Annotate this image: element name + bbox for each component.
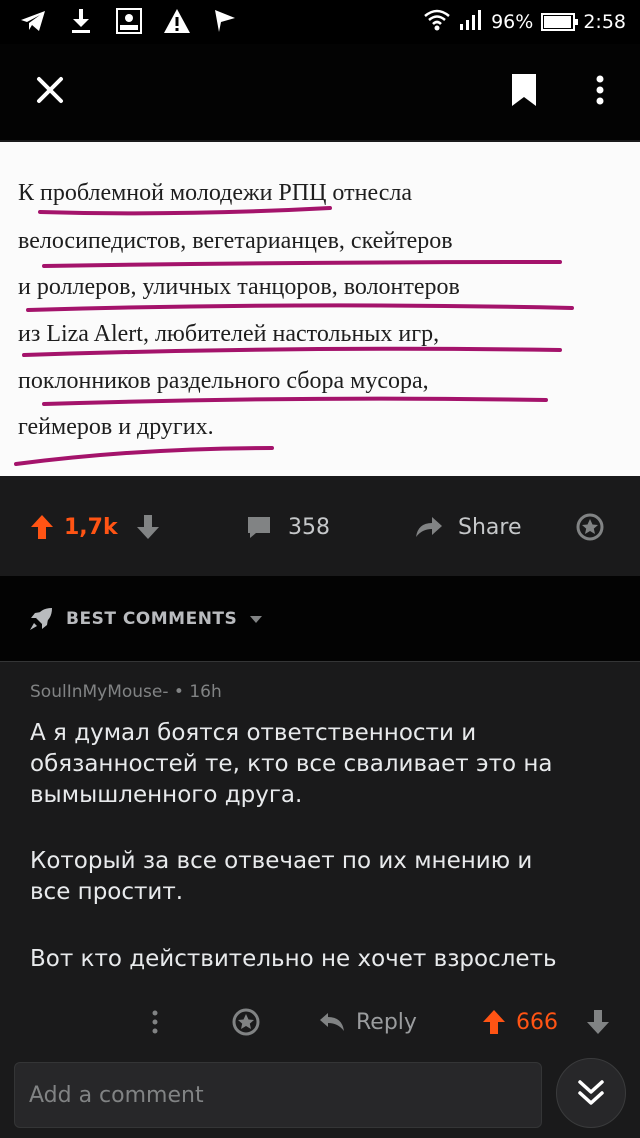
clock: 2:58 (583, 11, 626, 33)
download-icon (66, 6, 96, 36)
reply-button[interactable]: Reply (318, 1006, 417, 1038)
comment-author[interactable]: SoulInMyMouse- (30, 682, 169, 702)
post-image[interactable]: К проблемной молодежи РПЦ отнесла велоси… (0, 142, 640, 476)
reply-label: Reply (356, 1009, 417, 1035)
double-chevron-down-icon (578, 1080, 604, 1105)
next-comment-button[interactable] (556, 1058, 626, 1128)
sort-label: BEST COMMENTS (66, 609, 238, 629)
close-button[interactable] (28, 70, 72, 114)
reply-arrow-icon (320, 1013, 344, 1031)
post-actions: 1,7k 358 Share (0, 476, 640, 576)
meta-separator: • (173, 682, 190, 702)
upvote-arrow-icon (31, 515, 53, 539)
comment-bubble-icon (248, 517, 270, 538)
comment-composer: Add a comment (0, 1052, 640, 1138)
downvote-arrow-icon (587, 1010, 609, 1034)
warning-icon (162, 6, 192, 36)
downvote-arrow-icon (137, 515, 159, 539)
award-icon (576, 513, 604, 541)
battery-icon (541, 13, 579, 31)
close-icon (36, 76, 64, 108)
wifi-icon (423, 8, 451, 37)
add-comment-input[interactable]: Add a comment (14, 1062, 542, 1128)
comment-score: 666 (516, 1009, 558, 1035)
comment-paragraph: Вот кто действительно не хочет взрослеть (30, 946, 557, 972)
comment-count: 358 (288, 514, 330, 540)
post-score: 1,7k (64, 514, 118, 540)
comment-paragraph: Который за все отвечает по их мнению и в… (30, 848, 533, 905)
comment-more-button[interactable] (152, 1006, 158, 1038)
comment-paragraph: А я думал боятся ответственности и обяза… (30, 720, 553, 808)
upvote-arrow-icon (483, 1010, 505, 1034)
upvote-button[interactable]: 1,7k (30, 512, 118, 542)
comment-time: 16h (189, 682, 222, 702)
comment-meta: SoulInMyMouse- • 16h (30, 682, 222, 702)
rocket-icon (30, 608, 52, 630)
comment-actions: Reply 666 (0, 1000, 640, 1044)
telegram-icon (18, 6, 48, 36)
comment-downvote-button[interactable] (586, 1006, 610, 1038)
share-button[interactable]: Share (414, 512, 522, 542)
more-vertical-icon (596, 75, 604, 109)
share-arrow-icon (416, 517, 442, 537)
send-icon (210, 6, 240, 36)
hand-drawn-underlines (14, 206, 574, 466)
comments-button[interactable]: 358 (246, 512, 330, 542)
more-vertical-icon (152, 1010, 158, 1034)
award-icon (232, 1008, 260, 1036)
comment-sort-bar: BEST COMMENTS (0, 576, 640, 662)
bookmark-icon (511, 73, 537, 111)
comment-upvote-button[interactable]: 666 (482, 1006, 558, 1038)
award-button[interactable] (576, 512, 604, 542)
comment-award-button[interactable] (232, 1006, 260, 1038)
share-label: Share (458, 514, 522, 540)
comment: SoulInMyMouse- • 16h А я думал боятся от… (0, 662, 640, 1052)
bookmark-button[interactable] (502, 70, 546, 114)
status-bar: 96% 2:58 (0, 0, 640, 44)
sort-selector[interactable]: BEST COMMENTS (28, 606, 263, 632)
battery-percent: 96% (491, 11, 534, 33)
chevron-down-icon (250, 616, 263, 623)
signal-icon (459, 9, 483, 36)
rec-icon (114, 6, 144, 36)
downvote-button[interactable] (136, 512, 160, 542)
post-header (0, 44, 640, 140)
more-options-button[interactable] (578, 70, 622, 114)
